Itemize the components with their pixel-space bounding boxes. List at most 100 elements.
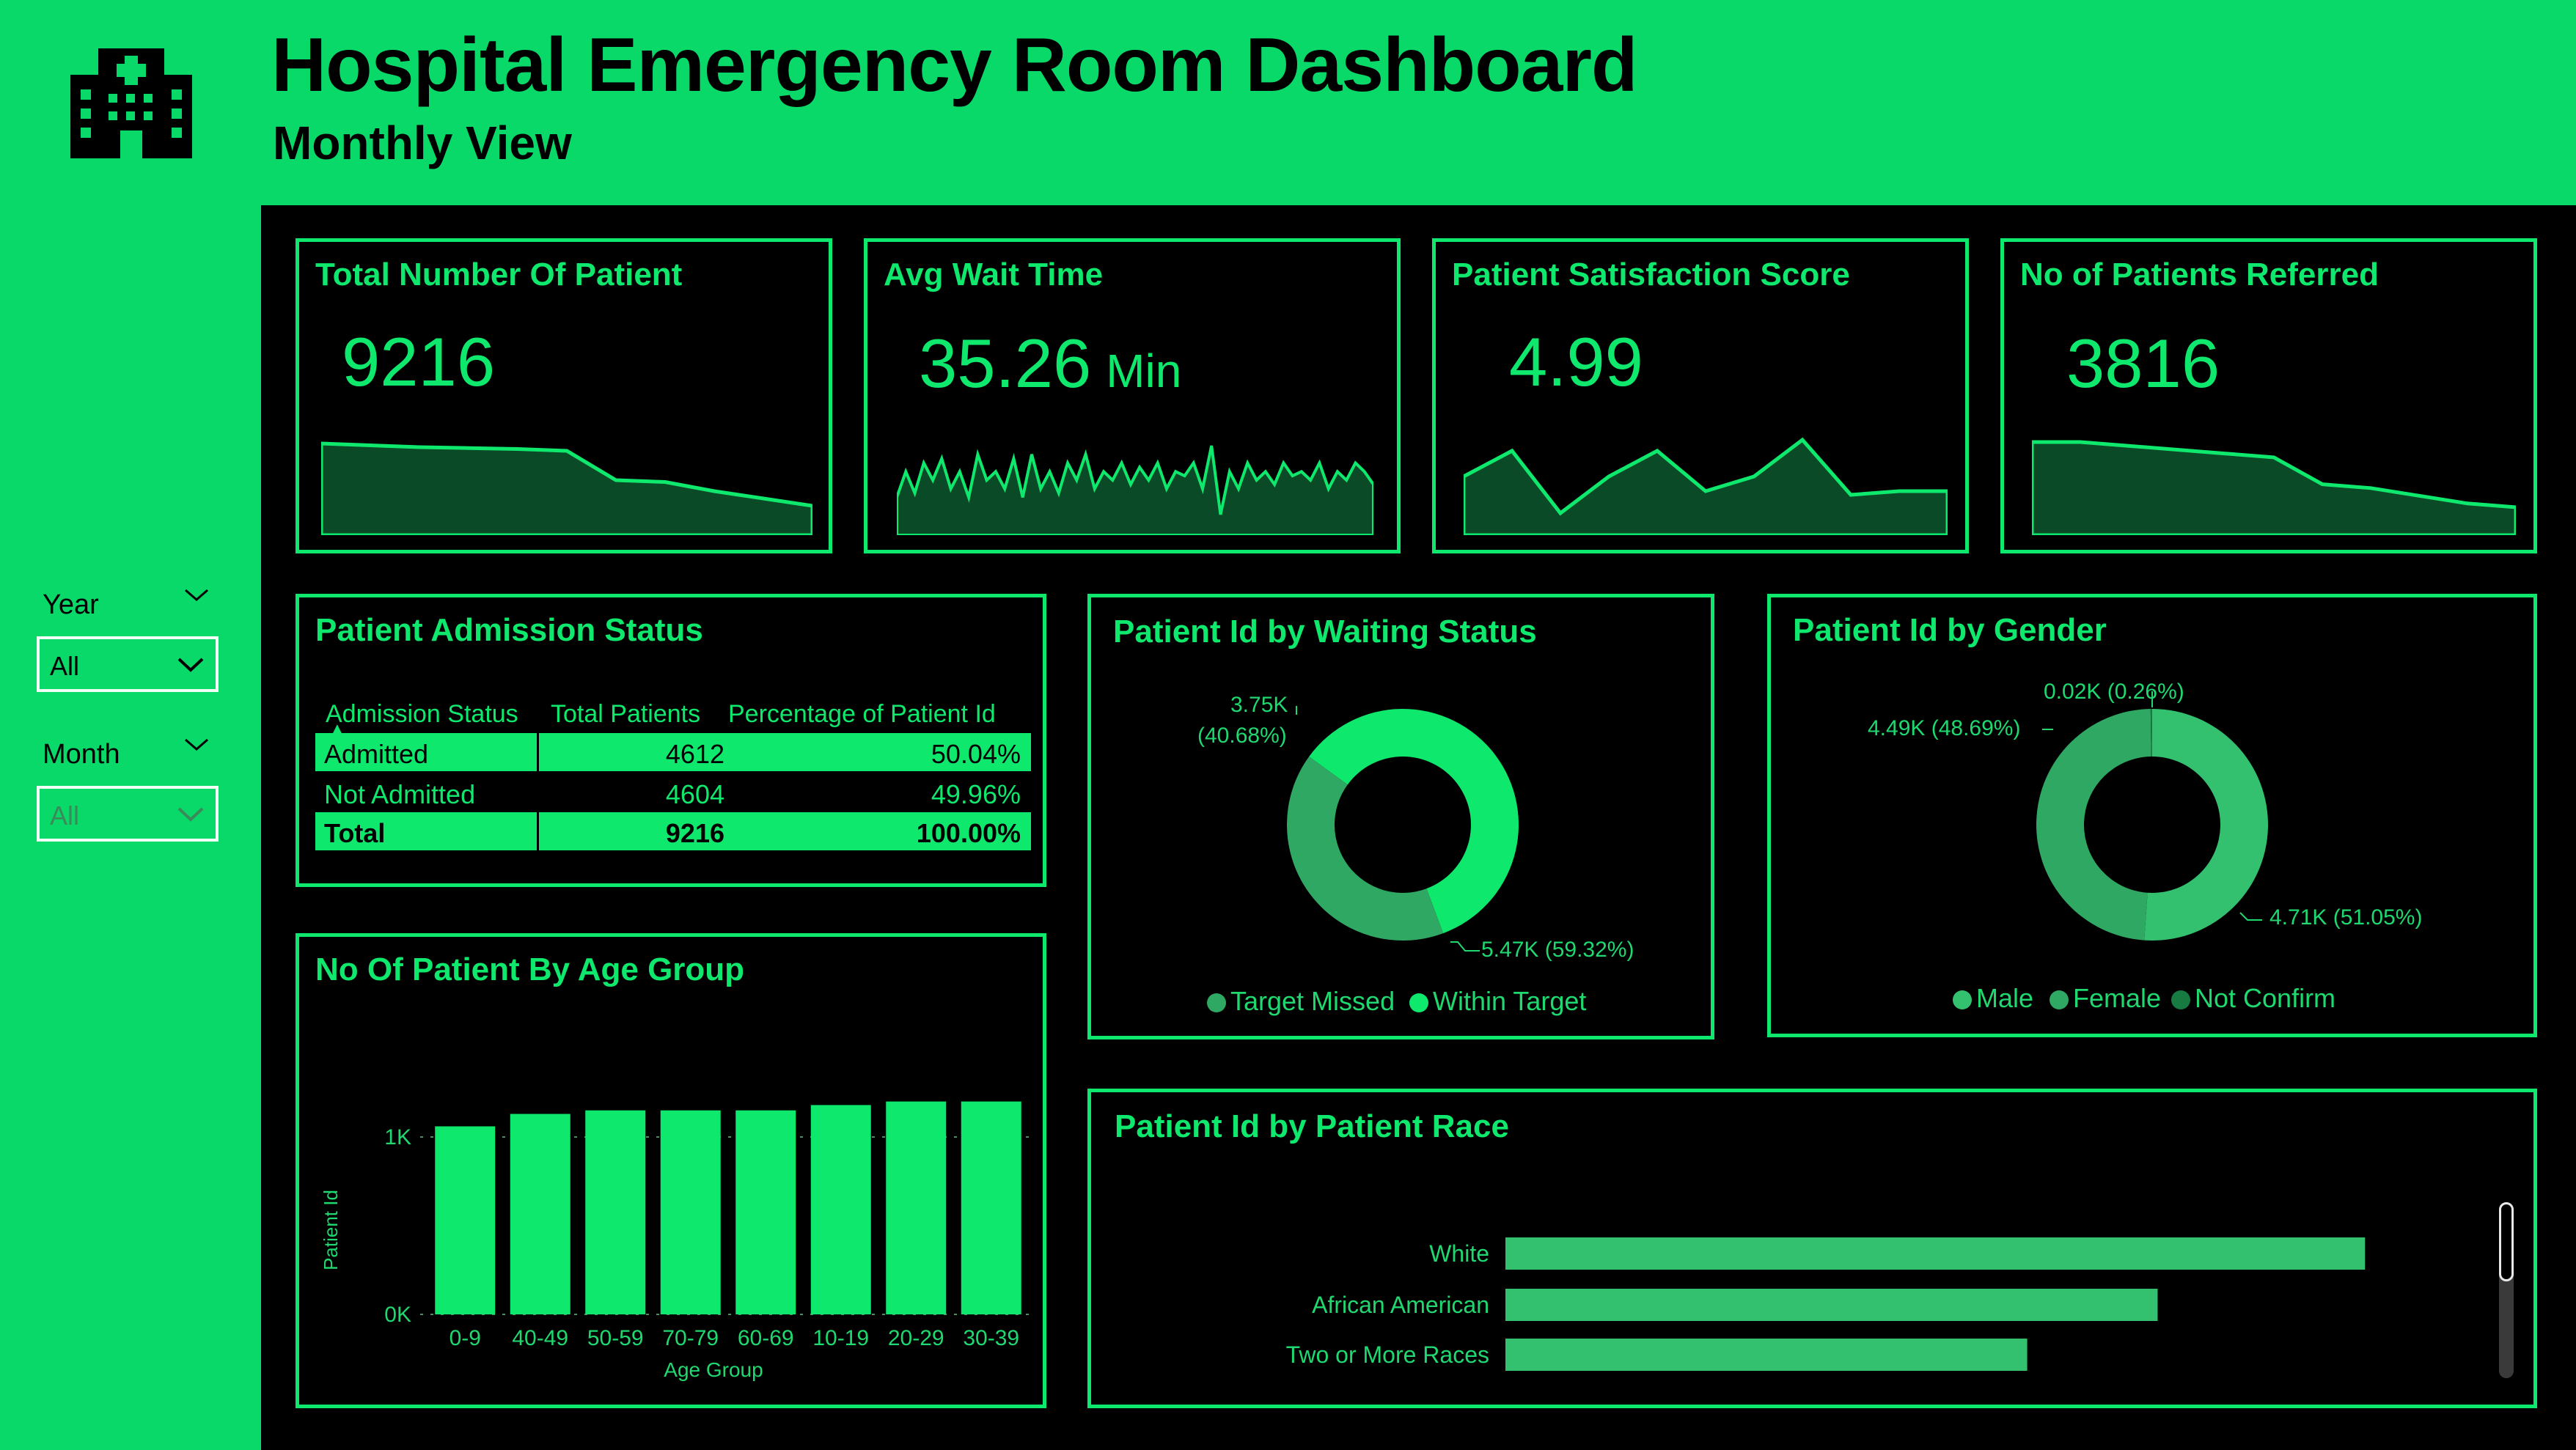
kpi-card-patients-referred[interactable]: No of Patients Referred 3816 — [2000, 238, 2537, 553]
kpi-card-total-patients[interactable]: Total Number Of Patient 9216 — [296, 238, 832, 553]
bar-60-69[interactable] — [735, 1110, 796, 1314]
column-header-admission-status[interactable]: Admission Status — [326, 700, 518, 729]
page-subtitle: Monthly View — [273, 117, 572, 169]
kpi-sparkline — [1464, 437, 1948, 535]
donut-slice-male[interactable] — [2144, 709, 2268, 941]
table-row[interactable]: Admitted 4612 50.04% — [315, 733, 1031, 771]
y-tick-label: 1K — [384, 1125, 411, 1149]
cell-total: 9216 — [665, 818, 724, 848]
donut-slice-target-missed[interactable] — [1287, 757, 1444, 941]
month-collapse-chevron-icon[interactable] — [183, 736, 210, 757]
cell-status: Admitted — [324, 739, 429, 769]
bar-white[interactable] — [1505, 1237, 2366, 1270]
bar-african-american[interactable] — [1505, 1289, 2158, 1321]
cell-pct: 50.04% — [931, 739, 1021, 769]
gender-donut-chart — [2036, 691, 2268, 941]
category-label: Two or More Races — [1286, 1342, 1489, 1368]
kpi-value-row: 35.26 Min — [919, 324, 1181, 403]
gender-panel[interactable]: Patient Id by Gender 0.02K (0.26%) 4.49K… — [1767, 594, 2537, 1037]
age-group-bar-chart: 1K 0K Patient Id 0-9 40-49 50-59 70-79 60-69 10-… — [320, 1101, 1029, 1381]
hospital-icon — [70, 43, 192, 160]
cell-pct: 100.00% — [916, 818, 1021, 848]
x-tick-label: 0-9 — [449, 1326, 481, 1350]
column-header-total-patients[interactable]: Total Patients — [551, 700, 700, 729]
donut-slices — [1287, 709, 1519, 941]
kpi-sparkline — [897, 445, 1373, 535]
donut-slice-female[interactable] — [2036, 709, 2151, 941]
legend-item-target-missed[interactable]: Target Missed — [1207, 986, 1395, 1017]
race-panel[interactable]: Patient Id by Patient Race White African … — [1087, 1089, 2537, 1408]
month-dropdown-value: All — [50, 801, 80, 831]
waiting-status-panel[interactable]: Patient Id by Waiting Status 3.75K (40.6… — [1087, 594, 1714, 1039]
kpi-card-avg-wait-time[interactable]: Avg Wait Time 35.26 Min — [864, 238, 1401, 553]
donut-label-target-missed-value: 3.75K — [1230, 693, 1288, 717]
x-tick-label: 40-49 — [512, 1326, 568, 1350]
cell-status: Not Admitted — [324, 779, 476, 809]
legend-swatch — [1953, 990, 1972, 1009]
legend-item-not-confirm[interactable]: Not Confirm — [2171, 983, 2335, 1014]
x-tick-label: 30-39 — [963, 1326, 1019, 1350]
bar-50-59[interactable] — [585, 1110, 646, 1314]
panel-title: Patient Admission Status — [315, 612, 703, 648]
year-dropdown-value: All — [50, 651, 80, 681]
year-dropdown[interactable]: All — [37, 636, 219, 692]
legend-item-male[interactable]: Male — [1953, 983, 2033, 1014]
scrollbar-thumb[interactable] — [2499, 1202, 2514, 1281]
x-tick-label: 20-29 — [888, 1326, 944, 1350]
bar-40-49[interactable] — [510, 1114, 570, 1314]
x-tick-label: 60-69 — [738, 1326, 794, 1350]
scrollbar-track[interactable] — [2499, 1202, 2514, 1378]
legend-item-female[interactable]: Female — [2050, 983, 2161, 1014]
cell-status: Total — [324, 818, 386, 848]
chevron-down-icon — [176, 649, 205, 679]
legend-item-within-target[interactable]: Within Target — [1409, 986, 1586, 1017]
admission-status-panel[interactable]: Patient Admission Status Admission Statu… — [296, 594, 1046, 887]
kpi-sparkline — [321, 441, 812, 535]
x-axis-title: Age Group — [664, 1358, 763, 1381]
legend-swatch — [1409, 993, 1428, 1012]
y-axis-title: Patient Id — [320, 1190, 342, 1270]
year-filter-label: Year — [43, 589, 99, 620]
bar-two-or-more-races[interactable] — [1505, 1339, 2028, 1371]
age-group-panel[interactable]: No Of Patient By Age Group 1K 0K Patient I… — [296, 933, 1046, 1408]
year-collapse-chevron-icon[interactable] — [183, 586, 210, 608]
table-total-row[interactable]: Total 9216 100.00% — [315, 812, 1031, 850]
legend-swatch — [2050, 990, 2069, 1009]
kpi-card-satisfaction-score[interactable]: Patient Satisfaction Score 4.99 — [1432, 238, 1969, 553]
kpi-value: 3816 — [2066, 325, 2220, 402]
category-label: African American — [1312, 1292, 1489, 1318]
bar-70-79[interactable] — [660, 1110, 721, 1314]
column-header-percentage[interactable]: Percentage of Patient Id — [728, 700, 996, 729]
cell-pct: 49.96% — [931, 779, 1021, 809]
bar-30-39[interactable] — [961, 1101, 1021, 1314]
cell-total: 4604 — [665, 779, 724, 809]
kpi-value: 9216 — [342, 323, 496, 400]
bar-20-29[interactable] — [886, 1101, 947, 1314]
donut-label-male: 4.71K (51.05%) — [2269, 905, 2423, 930]
kpi-unit: Min — [1106, 345, 1182, 397]
table-row[interactable]: Not Admitted 4604 49.96% — [315, 773, 1031, 812]
race-bar-chart: White African American Two or More Races — [1286, 1237, 2366, 1371]
donut-label-target-missed-pct: (40.68%) — [1197, 724, 1287, 748]
donut-slices — [2036, 709, 2268, 941]
kpi-title: No of Patients Referred — [2020, 257, 2379, 292]
column-divider — [537, 733, 539, 771]
kpi-sparkline — [2032, 440, 2516, 535]
kpi-title: Avg Wait Time — [884, 257, 1104, 292]
x-tick-label: 10-19 — [812, 1326, 869, 1350]
donut-label-female: 4.49K (48.69%) — [1868, 716, 2021, 740]
kpi-title: Total Number Of Patient — [315, 257, 683, 292]
kpi-title: Patient Satisfaction Score — [1452, 257, 1850, 292]
donut-label-not-confirm: 0.02K (0.26%) — [2044, 680, 2184, 704]
month-filter-label: Month — [43, 739, 120, 770]
month-dropdown[interactable]: All — [37, 786, 219, 842]
chevron-down-icon — [176, 799, 205, 828]
page-title: Hospital Emergency Room Dashboard — [271, 23, 1638, 108]
kpi-value: 4.99 — [1509, 323, 1643, 400]
kpi-value: 35.26 — [919, 325, 1092, 402]
column-divider — [537, 812, 539, 850]
bar-0-9[interactable] — [435, 1126, 496, 1314]
bar-10-19[interactable] — [810, 1105, 871, 1314]
legend-swatch — [2171, 990, 2190, 1009]
legend-swatch — [1207, 993, 1226, 1012]
